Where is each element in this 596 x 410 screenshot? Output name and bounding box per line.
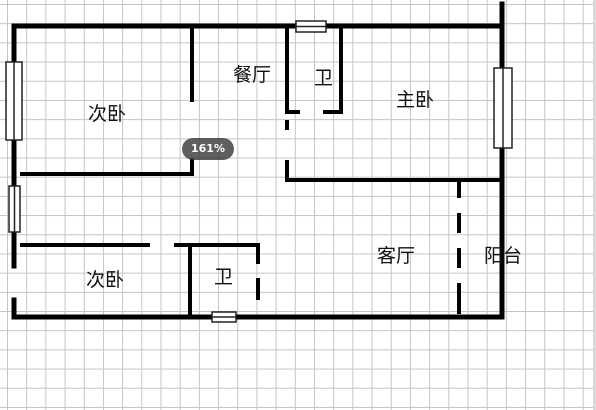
room-label-living: 客厅 — [377, 245, 415, 267]
room-label-dining: 餐厅 — [233, 64, 271, 86]
window-left-mid — [8, 185, 21, 233]
floor-plan-canvas: 次卧 餐厅 卫 主卧 次卧 卫 客厅 阳台 161% — [0, 0, 596, 410]
room-label-master-bedroom: 主卧 — [396, 89, 434, 111]
room-label-bath-top: 卫 — [314, 67, 333, 89]
window-right-master — [493, 67, 513, 149]
floor-plan: 次卧 餐厅 卫 主卧 次卧 卫 客厅 阳台 — [5, 1, 522, 323]
zoom-indicator: 161% — [182, 138, 234, 160]
partial-walls — [256, 110, 461, 314]
room-label-balcony: 阳台 — [484, 245, 522, 267]
window-left-top — [5, 61, 23, 141]
room-label-bedroom-bottom-left: 次卧 — [86, 269, 124, 291]
window-bottom-bath — [211, 311, 237, 323]
room-label-bedroom-top-left: 次卧 — [88, 103, 126, 125]
window-top-bath — [295, 20, 327, 33]
room-label-bath-bottom: 卫 — [214, 266, 233, 288]
